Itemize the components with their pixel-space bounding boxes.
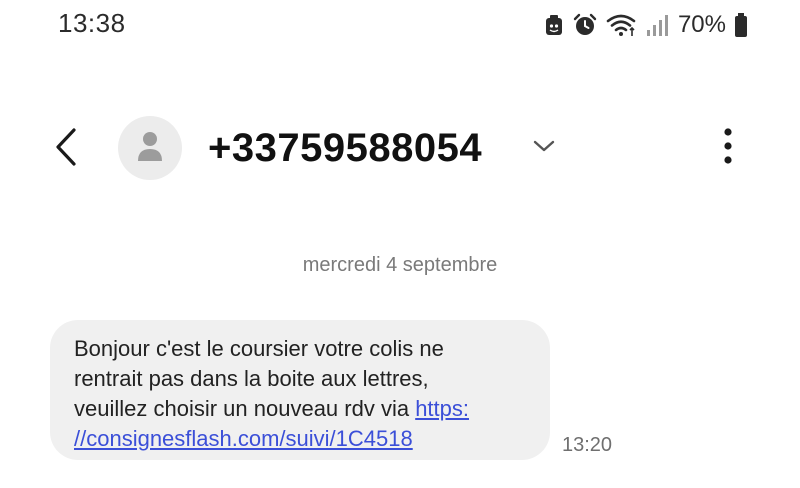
message-line: veuillez choisir un nouveau rdv via http… (74, 394, 528, 424)
status-icons: 70% (544, 8, 748, 42)
battery-icon (734, 12, 748, 38)
chevron-left-icon (52, 127, 80, 172)
android-icon (544, 13, 564, 37)
contact-name[interactable]: +33759588054 (208, 124, 482, 172)
chevron-down-icon (532, 138, 556, 159)
wifi-icon (606, 12, 638, 38)
message-link[interactable]: https: (415, 396, 469, 421)
battery-percent: 70% (677, 11, 726, 38)
messages-screen: 13:38 70% +33759588054 mercredi 4 septem… (0, 0, 800, 488)
avatar[interactable] (118, 116, 182, 180)
more-options-button[interactable] (712, 126, 744, 170)
back-button[interactable] (44, 124, 88, 174)
message-text: veuillez choisir un nouveau rdv via (74, 396, 416, 421)
message-line: //consignesflash.com/suivi/1C4518 (74, 424, 528, 454)
message-bubble[interactable]: Bonjour c'est le coursier votre colis ne… (50, 320, 550, 460)
more-vertical-icon (723, 127, 733, 170)
expand-contact-button[interactable] (530, 134, 558, 162)
date-separator: mercredi 4 septembre (302, 254, 498, 276)
alarm-icon (572, 12, 598, 38)
message-time: 13:20 (562, 434, 613, 456)
person-icon (135, 128, 165, 169)
message-line: Bonjour c'est le coursier votre colis ne (74, 336, 444, 361)
message-line: rentrait pas dans la boite aux lettres, (74, 366, 429, 391)
status-time: 13:38 (58, 8, 126, 38)
signal-icon (646, 13, 668, 37)
message-link[interactable]: //consignesflash.com/suivi/1C4518 (74, 426, 413, 451)
